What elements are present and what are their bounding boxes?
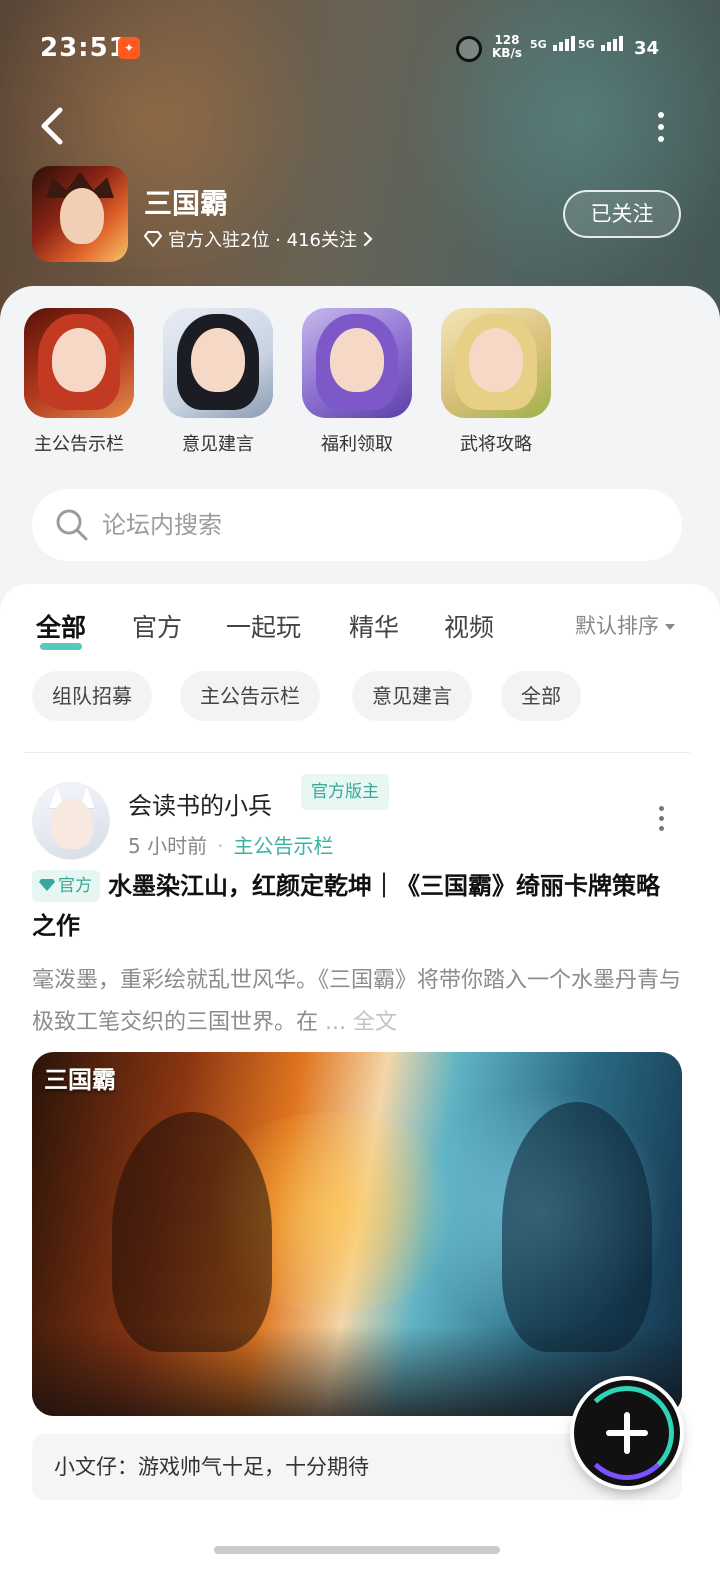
sort-label: 默认排序 bbox=[575, 614, 659, 638]
divider bbox=[24, 752, 690, 753]
post-title-text: 水墨染江山，红颜定乾坤｜《三国霸》绮丽卡牌策略之作 bbox=[32, 872, 660, 940]
status-time: 23:51 bbox=[40, 33, 128, 63]
network-speed-unit: KB/s bbox=[492, 46, 522, 60]
more-options-button[interactable] bbox=[648, 112, 674, 146]
feedback-thumbnail bbox=[163, 308, 273, 418]
moderator-badge: 官方版主 bbox=[301, 774, 389, 810]
tab-official[interactable]: 官方 bbox=[132, 608, 182, 644]
read-full-link[interactable]: 全文 bbox=[353, 1010, 397, 1035]
official-tag: 官方 bbox=[32, 870, 100, 902]
signal-sim1-label: 5G bbox=[530, 38, 547, 51]
post-meta: 5 小时前 · 主公告示栏 bbox=[128, 830, 333, 859]
create-post-button[interactable] bbox=[574, 1380, 680, 1486]
warrior-figure bbox=[502, 1102, 652, 1352]
game-icon bbox=[32, 166, 128, 262]
status-bar: 23:51 ✦ 128 KB/s 5G 5G 34 bbox=[0, 0, 720, 96]
search-input[interactable] bbox=[102, 503, 642, 547]
author-avatar[interactable] bbox=[32, 782, 110, 860]
signal-sim2: 5G bbox=[578, 36, 625, 51]
tab-label: 全部 bbox=[36, 613, 87, 642]
caret-down-icon bbox=[665, 624, 675, 630]
chip-team-recruit[interactable]: 组队招募 bbox=[32, 671, 152, 721]
battery-level: 34 bbox=[634, 38, 660, 59]
comment-author: 小文仔： bbox=[54, 1455, 138, 1479]
tab-play-together[interactable]: 一起玩 bbox=[226, 608, 301, 644]
follow-button[interactable]: 已关注 bbox=[563, 190, 681, 238]
diamond-icon bbox=[39, 879, 55, 891]
post-more-button[interactable] bbox=[656, 806, 666, 836]
alarm-icon bbox=[456, 36, 482, 62]
chevron-left-icon bbox=[41, 107, 63, 145]
tab-all[interactable]: 全部 bbox=[36, 608, 87, 650]
quick-link-label: 主公告示栏 bbox=[34, 434, 124, 455]
feed-tabs: 全部 官方 一起玩 精华 视频 默认排序 bbox=[0, 608, 720, 658]
meta-separator: · bbox=[217, 834, 224, 858]
active-tab-indicator bbox=[40, 643, 82, 650]
quick-link-label: 意见建言 bbox=[182, 434, 254, 455]
signal-sim2-label: 5G bbox=[578, 38, 595, 51]
announcements-thumbnail bbox=[24, 308, 134, 418]
game-stats-text: 官方入驻2位 · 416关注 bbox=[168, 230, 357, 251]
network-speed: 128 KB/s bbox=[492, 34, 522, 60]
chip-announcements[interactable]: 主公告示栏 bbox=[180, 671, 320, 721]
quick-link-rewards[interactable]: 福利领取 bbox=[287, 308, 427, 456]
game-title: 三国霸 bbox=[144, 187, 229, 220]
post-title[interactable]: 官方 水墨染江山，红颜定乾坤｜《三国霸》绮丽卡牌策略之作 bbox=[32, 866, 682, 946]
plus-icon bbox=[606, 1412, 648, 1454]
excerpt-ellipsis: ... bbox=[325, 1010, 346, 1035]
quick-link-label: 福利领取 bbox=[321, 434, 393, 455]
quick-link-feedback[interactable]: 意见建言 bbox=[148, 308, 288, 456]
sort-dropdown[interactable]: 默认排序 bbox=[575, 610, 675, 640]
signal-bars-icon bbox=[552, 36, 577, 51]
official-tag-label: 官方 bbox=[58, 876, 92, 896]
author-name[interactable]: 会读书的小兵 bbox=[128, 786, 272, 821]
more-vertical-icon bbox=[658, 112, 664, 118]
post-board-link[interactable]: 主公告示栏 bbox=[233, 834, 333, 858]
search-icon bbox=[56, 509, 88, 541]
game-stats-link[interactable]: 官方入驻2位 · 416关注 bbox=[144, 226, 373, 252]
game-logo: 三国霸 bbox=[44, 1065, 116, 1094]
post-excerpt[interactable]: 毫泼墨，重彩绘就乱世风华。《三国霸》将带你踏入一个水墨丹青与极致工笔交织的三国世… bbox=[32, 960, 682, 1044]
network-speed-value: 128 bbox=[494, 33, 520, 47]
chip-all[interactable]: 全部 bbox=[501, 671, 581, 721]
comment-text: 游戏帅气十足，十分期待 bbox=[138, 1455, 369, 1479]
signal-bars-icon bbox=[600, 36, 625, 51]
back-button[interactable] bbox=[36, 106, 76, 150]
app-notification-icon: ✦ bbox=[118, 37, 140, 59]
tab-featured[interactable]: 精华 bbox=[349, 608, 399, 644]
chevron-right-icon bbox=[363, 231, 373, 247]
signal-sim1: 5G bbox=[530, 36, 577, 51]
post-time: 5 小时前 bbox=[128, 834, 208, 858]
post-image[interactable]: 三国霸 bbox=[32, 1052, 682, 1416]
home-indicator[interactable] bbox=[214, 1546, 500, 1554]
quick-link-guides[interactable]: 武将攻略 bbox=[426, 308, 566, 456]
quick-links: 主公告示栏 意见建言 福利领取 武将攻略 bbox=[0, 308, 720, 468]
rewards-thumbnail bbox=[302, 308, 412, 418]
quick-link-label: 武将攻略 bbox=[460, 434, 532, 455]
diamond-icon bbox=[144, 231, 162, 247]
tab-video[interactable]: 视频 bbox=[444, 608, 494, 644]
guides-thumbnail bbox=[441, 308, 551, 418]
more-vertical-icon bbox=[658, 806, 664, 811]
chip-feedback[interactable]: 意见建言 bbox=[352, 671, 472, 721]
warrior-figure bbox=[112, 1112, 272, 1352]
quick-link-announcements[interactable]: 主公告示栏 bbox=[9, 308, 149, 456]
forum-search-bar[interactable] bbox=[32, 489, 682, 561]
